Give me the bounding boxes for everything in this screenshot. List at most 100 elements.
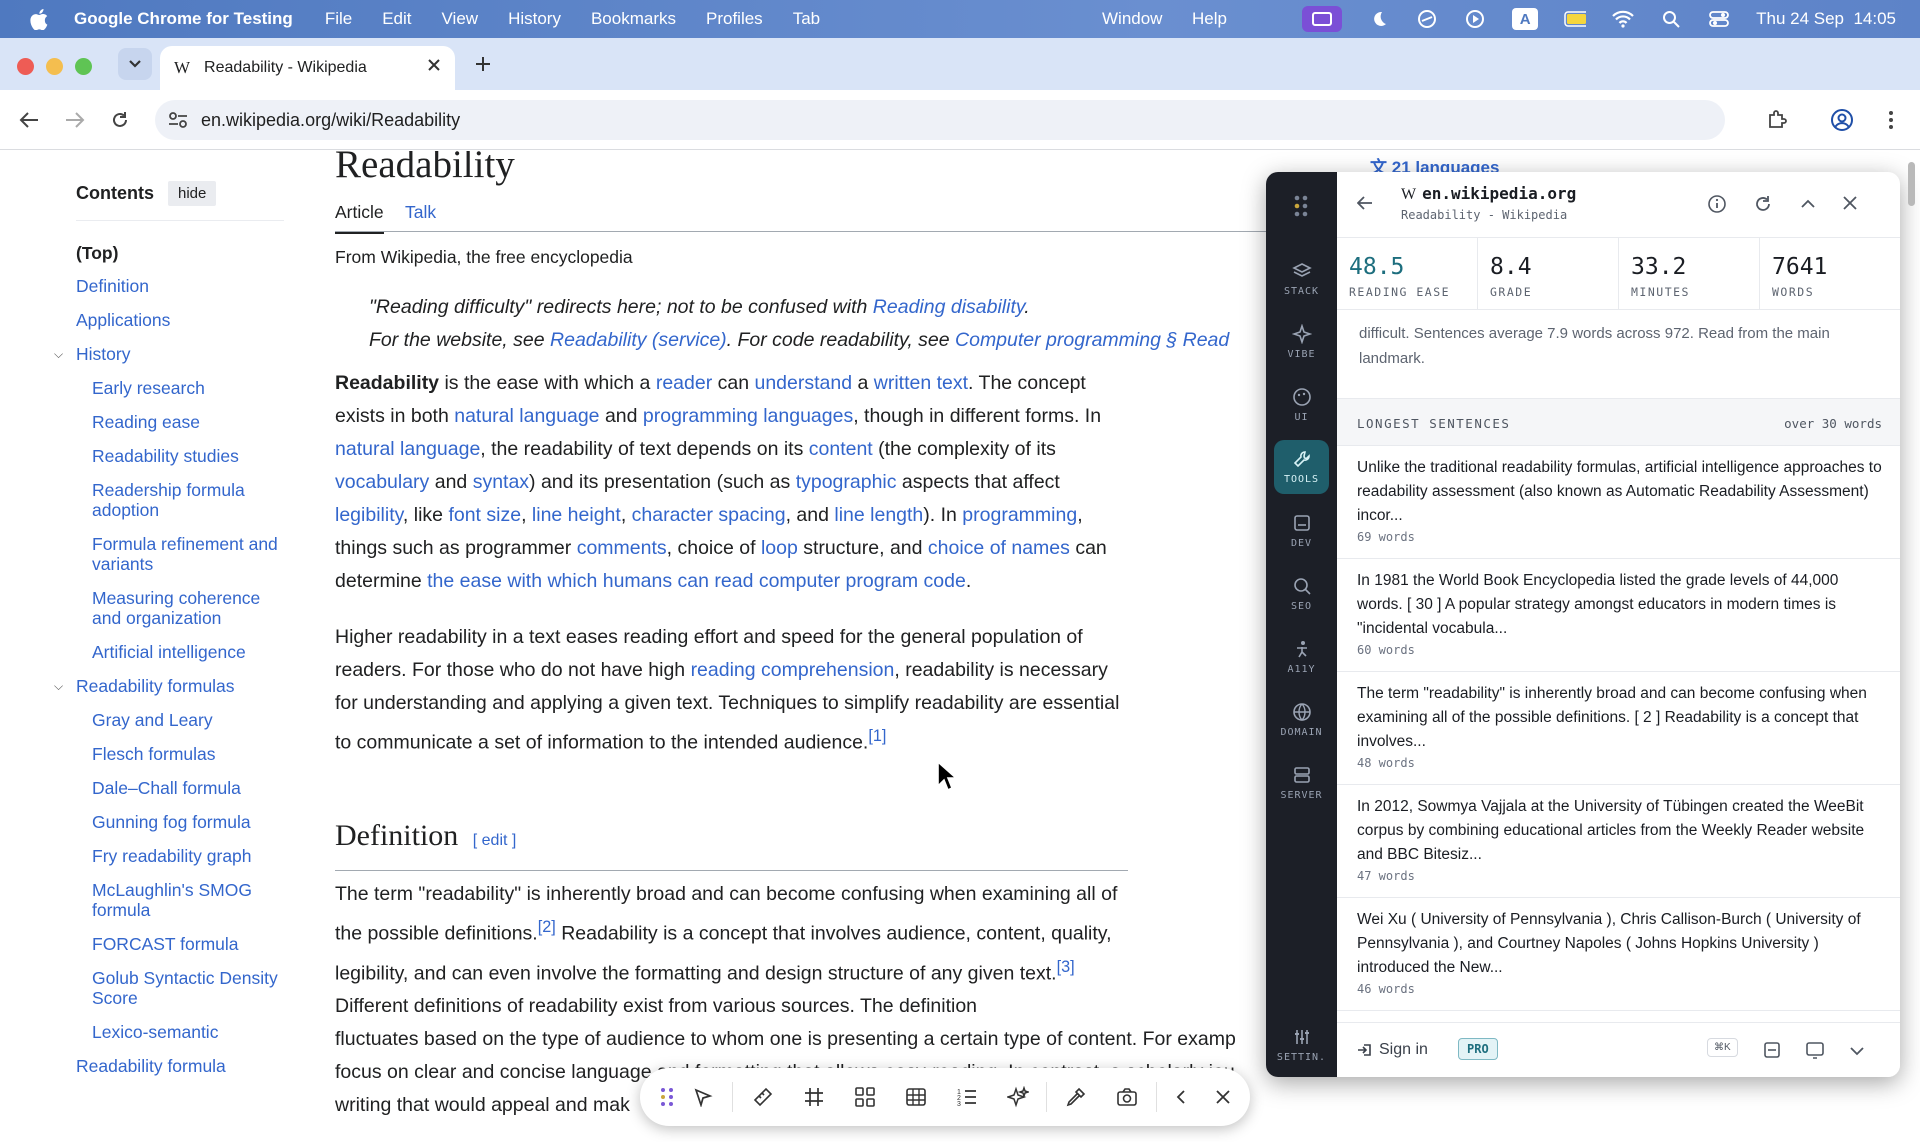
extension-logo-icon[interactable] (1293, 194, 1309, 223)
menu-bookmarks[interactable]: Bookmarks (591, 9, 676, 29)
sentence-item[interactable]: Unlike the traditional readability formu… (1337, 446, 1900, 559)
toc-item-smog[interactable]: McLaughlin's SMOG formula (76, 880, 286, 920)
link-line-length[interactable]: line length (834, 504, 923, 526)
toc-item-golub[interactable]: Golub Syntactic Density Score (76, 968, 286, 1008)
pro-badge[interactable]: PRO (1458, 1038, 1498, 1060)
chevron-left-icon[interactable] (1168, 1084, 1194, 1110)
link-reading-disability[interactable]: Reading disability (873, 296, 1024, 318)
link-comments[interactable]: comments (577, 537, 667, 559)
link-written-text[interactable]: written text (874, 372, 968, 394)
profile-avatar-icon[interactable] (1829, 107, 1855, 133)
tab-article[interactable]: Article (335, 202, 384, 234)
toc-item-top[interactable]: (Top) (76, 243, 286, 263)
address-bar[interactable]: en.wikipedia.org/wiki/Readability (155, 100, 1725, 140)
toc-item-reading-ease[interactable]: Reading ease (76, 412, 286, 432)
extensions-puzzle-icon[interactable] (1764, 107, 1790, 133)
refresh-icon[interactable] (1753, 194, 1773, 219)
reload-icon[interactable] (107, 107, 133, 133)
toc-item-measuring-coherence[interactable]: Measuring coherence and organization (76, 588, 286, 628)
menu-view[interactable]: View (442, 9, 479, 29)
tab-talk[interactable]: Talk (405, 202, 436, 223)
link-reader[interactable]: reader (656, 372, 712, 394)
sentence-item[interactable]: Wei Xu ( University of Pennsylvania ), C… (1337, 898, 1900, 1011)
rail-a11y[interactable]: A11Y (1274, 630, 1329, 684)
toc-item-fry-graph[interactable]: Fry readability graph (76, 846, 286, 866)
site-info-icon[interactable] (168, 111, 188, 134)
citation-1[interactable]: [1] (868, 727, 886, 745)
toc-item-readability-studies[interactable]: Readability studies (76, 446, 286, 466)
toc-item-history[interactable]: ⌵ History (54, 344, 286, 364)
page-scrollbar[interactable] (1908, 162, 1915, 206)
table-icon[interactable] (903, 1084, 929, 1110)
kebab-menu-icon[interactable] (1878, 107, 1904, 133)
toc-item-readability-formula[interactable]: Readability formula (76, 1056, 286, 1076)
menu-history[interactable]: History (508, 9, 561, 29)
close-window-button[interactable] (17, 58, 34, 75)
menubar-clock[interactable]: Thu 24 Sep 14:05 (1756, 9, 1896, 29)
link-typographic[interactable]: typographic (796, 471, 897, 493)
play-icon[interactable] (1464, 10, 1486, 28)
link-legibility[interactable]: legibility (335, 504, 403, 526)
link-reading-comprehension[interactable]: reading comprehension (691, 659, 895, 681)
link-computer-programming[interactable]: Computer programming § Read (955, 329, 1229, 351)
rail-tools[interactable]: TOOLS (1274, 440, 1329, 494)
rail-ui[interactable]: UI (1274, 378, 1329, 432)
link-natural-language-2[interactable]: natural language (335, 438, 480, 460)
toc-item-artificial-intelligence[interactable]: Artificial intelligence (76, 642, 286, 662)
toc-hide-button[interactable]: hide (168, 181, 217, 206)
tab-search-button[interactable] (118, 48, 152, 80)
rail-domain[interactable]: DOMAIN (1274, 693, 1329, 747)
forward-arrow-icon[interactable] (62, 107, 88, 133)
rail-server[interactable]: SERVER (1274, 756, 1329, 810)
layout-grid-icon[interactable] (852, 1084, 878, 1110)
link-loop[interactable]: loop (761, 537, 798, 559)
chevron-up-icon[interactable] (1800, 197, 1816, 215)
battery-icon[interactable] (1564, 10, 1587, 28)
menu-edit[interactable]: Edit (382, 9, 411, 29)
toc-item-flesch-formulas[interactable]: Flesch formulas (76, 744, 286, 764)
toc-item-gunning-fog[interactable]: Gunning fog formula (76, 812, 286, 832)
app-name[interactable]: Google Chrome for Testing (74, 9, 293, 29)
back-arrow-icon[interactable] (16, 107, 42, 133)
link-content[interactable]: content (809, 438, 873, 460)
close-toolbar-icon[interactable] (1210, 1084, 1236, 1110)
menu-window[interactable]: Window (1102, 9, 1162, 29)
citation-3[interactable]: [3] (1057, 958, 1075, 976)
link-syntax[interactable]: syntax (473, 471, 529, 493)
sentence-item[interactable]: The term "readability" is inherently bro… (1337, 672, 1900, 785)
close-tab-icon[interactable] (427, 58, 441, 77)
rail-vibe[interactable]: VIBE (1274, 315, 1329, 369)
url-text[interactable]: en.wikipedia.org/wiki/Readability (201, 110, 460, 131)
grid-frame-icon[interactable] (801, 1084, 827, 1110)
rail-seo[interactable]: SEO (1274, 567, 1329, 621)
dock-window-icon[interactable] (1805, 1041, 1825, 1064)
moon-icon[interactable] (1368, 10, 1390, 28)
menu-tab[interactable]: Tab (793, 9, 820, 29)
drag-handle-icon[interactable] (654, 1084, 680, 1110)
link-natural-language[interactable]: natural language (454, 405, 599, 427)
toc-item-dale-chall[interactable]: Dale–Chall formula (76, 778, 286, 798)
sign-in-button[interactable]: Sign in (1357, 1041, 1428, 1059)
chevron-down-icon[interactable]: ⌵ (54, 676, 63, 696)
chevron-down-icon[interactable] (1849, 1044, 1865, 1062)
browser-tab[interactable]: W Readability - Wikipedia (160, 46, 455, 90)
eyedropper-icon[interactable] (1063, 1084, 1089, 1110)
link-choice-of-names[interactable]: choice of names (928, 537, 1070, 559)
rail-settings[interactable]: SETTIN. (1274, 1018, 1329, 1072)
control-center-icon[interactable] (1708, 10, 1730, 28)
link-understand[interactable]: understand (754, 372, 852, 394)
ruler-icon[interactable] (750, 1084, 776, 1110)
link-programming-languages[interactable]: programming languages (643, 405, 853, 427)
notes-icon[interactable] (1763, 1041, 1781, 1064)
toc-item-formula-refinement[interactable]: Formula refinement and variants (76, 534, 286, 574)
sentence-item[interactable]: In 2012, Sowmya Vajjala at the Universit… (1337, 785, 1900, 898)
link-code-readability[interactable]: the ease with which humans can read comp… (427, 570, 966, 592)
select-pointer-icon[interactable] (690, 1084, 716, 1110)
link-font-size[interactable]: font size (448, 504, 521, 526)
back-arrow-icon[interactable] (1356, 196, 1373, 215)
menu-help[interactable]: Help (1192, 9, 1227, 29)
camera-icon[interactable] (1114, 1084, 1140, 1110)
citation-2[interactable]: [2] (538, 918, 556, 936)
toc-item-forcast[interactable]: FORCAST formula (76, 934, 286, 954)
link-vocabulary[interactable]: vocabulary (335, 471, 429, 493)
